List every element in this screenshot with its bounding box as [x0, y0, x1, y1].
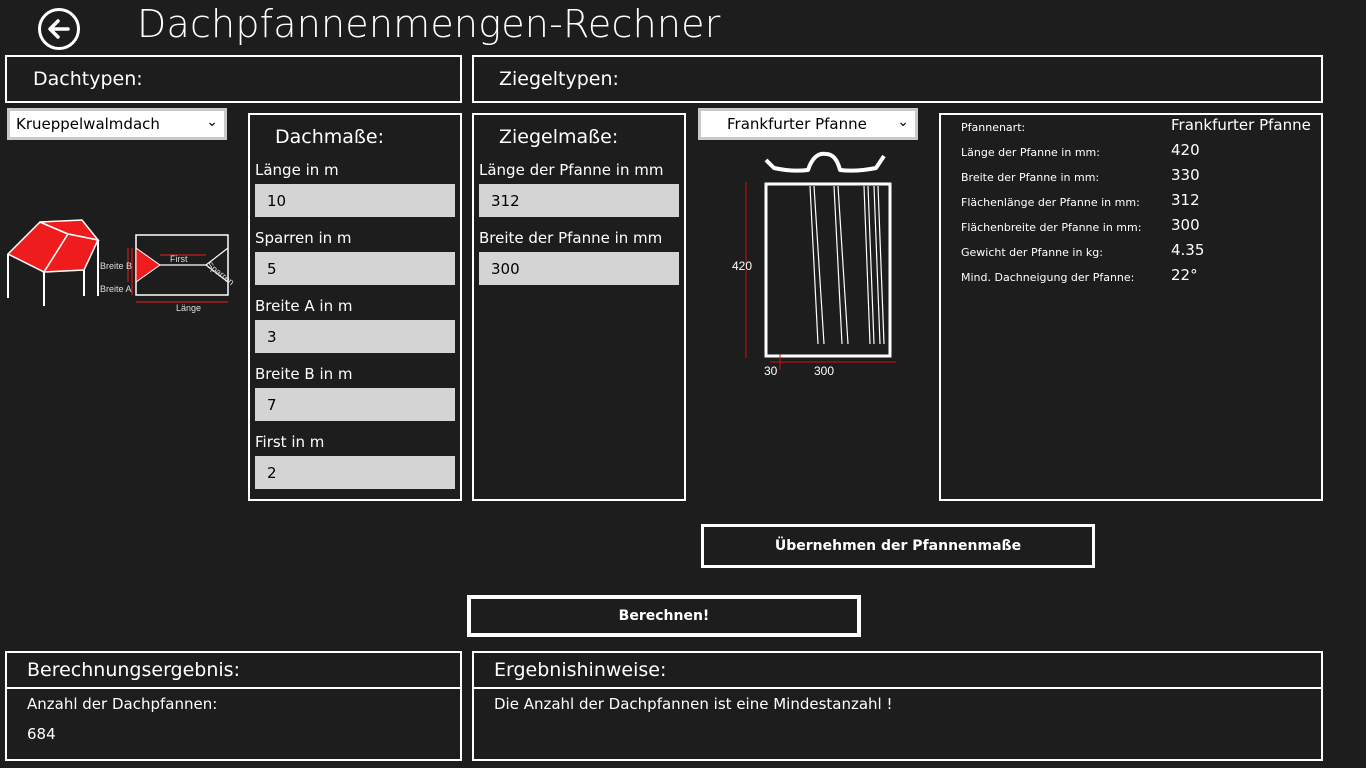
dachmasse-header: Dachmaße: — [275, 126, 384, 148]
anzahl-label: Anzahl der Dachpfannen: — [27, 695, 218, 713]
chevron-down-icon: ⌄ — [897, 114, 909, 130]
info-dachneigung-value: 22° — [1171, 266, 1198, 284]
dachtyp-select-value: Krueppelwalmdach — [16, 115, 160, 133]
laenge-label: Länge in m — [255, 161, 339, 179]
tile-width-label: 300 — [814, 364, 834, 378]
roof-diagram: Breite B Breite A First Sparren Länge — [6, 219, 236, 313]
tile-diagram: 420 30 300 — [732, 151, 896, 378]
diagram-breite-b-label: Breite B — [100, 261, 132, 271]
info-breite-value: 330 — [1171, 166, 1200, 184]
arrow-left-icon — [48, 19, 70, 39]
dachtypen-header: Dachtypen: — [33, 68, 143, 90]
breite-b-input[interactable]: 7 — [255, 388, 455, 421]
chevron-down-icon: ⌄ — [206, 114, 218, 130]
info-flaechenlaenge-label: Flächenlänge der Pfanne in mm: — [961, 196, 1140, 209]
info-breite-label: Breite der Pfanne in mm: — [961, 171, 1100, 184]
info-pfannenart-label: Pfannenart: — [961, 121, 1026, 134]
breite-a-input[interactable]: 3 — [255, 320, 455, 353]
hinweise-text: Die Anzahl der Dachpfannen ist eine Mind… — [494, 695, 893, 713]
dachtyp-select[interactable]: Krueppelwalmdach ⌄ — [7, 108, 227, 140]
diagram-laenge-label: Länge — [176, 303, 201, 313]
dachmasse-panel: Dachmaße: Länge in m 10 Sparren in m 5 B… — [248, 113, 462, 501]
sparren-input[interactable]: 5 — [255, 252, 455, 285]
sparren-label: Sparren in m — [255, 229, 352, 247]
hinweise-panel: Die Anzahl der Dachpfannen ist eine Mind… — [472, 687, 1323, 761]
ziegelmasse-header: Ziegelmaße: — [499, 126, 619, 148]
ergebnis-header-box: Berechnungsergebnis: — [5, 651, 462, 689]
tile-overlap-label: 30 — [764, 364, 778, 378]
hinweise-header-box: Ergebnishinweise: — [472, 651, 1323, 689]
info-laenge-label: Länge der Pfanne in mm: — [961, 146, 1100, 159]
info-pfannenart-value: Frankfurter Pfanne — [1171, 116, 1311, 134]
pfanne-laenge-input[interactable]: 312 — [479, 184, 679, 217]
first-label: First in m — [255, 433, 325, 451]
diagram-first-label: First — [170, 254, 188, 264]
ziegeltypen-header: Ziegeltypen: — [499, 68, 619, 90]
pfanne-laenge-label: Länge der Pfanne in mm — [479, 161, 664, 179]
tile-height-label: 420 — [732, 259, 752, 273]
laenge-input[interactable]: 10 — [255, 184, 455, 217]
pfanne-breite-label: Breite der Pfanne in mm — [479, 229, 663, 247]
ziegelmasse-panel: Ziegelmaße: Länge der Pfanne in mm 312 B… — [472, 113, 686, 501]
info-flaechenbreite-label: Flächenbreite der Pfanne in mm: — [961, 221, 1142, 234]
info-flaechenlaenge-value: 312 — [1171, 191, 1200, 209]
info-laenge-value: 420 — [1171, 141, 1200, 159]
info-gewicht-value: 4.35 — [1171, 241, 1205, 259]
back-button[interactable] — [38, 8, 80, 50]
ziegeltyp-select-value: Frankfurter Pfanne — [727, 115, 867, 133]
hinweise-header: Ergebnishinweise: — [494, 659, 667, 681]
dachtypen-header-box: Dachtypen: — [5, 55, 462, 103]
page-title: Dachpfannenmengen-Rechner — [137, 2, 721, 46]
ergebnis-header: Berechnungsergebnis: — [27, 659, 240, 681]
pfanne-breite-input[interactable]: 300 — [479, 252, 679, 285]
ergebnis-panel: Anzahl der Dachpfannen: 684 — [5, 687, 462, 761]
ziegeltypen-header-box: Ziegeltypen: — [472, 55, 1323, 103]
info-gewicht-label: Gewicht der Pfanne in kg: — [961, 246, 1103, 259]
anzahl-value: 684 — [27, 725, 56, 743]
breite-b-label: Breite B in m — [255, 365, 353, 383]
uebernehmen-button[interactable]: Übernehmen der Pfannenmaße — [701, 524, 1095, 568]
first-input[interactable]: 2 — [255, 456, 455, 489]
info-dachneigung-label: Mind. Dachneigung der Pfanne: — [961, 271, 1135, 284]
pfannen-info-panel: Pfannenart: Frankfurter Pfanne Länge der… — [939, 113, 1323, 501]
diagram-breite-a-label: Breite A — [100, 284, 132, 294]
info-flaechenbreite-value: 300 — [1171, 216, 1200, 234]
diagram-sparren-label: Sparren — [205, 260, 236, 288]
berechnen-button[interactable]: Berechnen! — [467, 595, 861, 637]
breite-a-label: Breite A in m — [255, 297, 353, 315]
ziegeltyp-select[interactable]: Frankfurter Pfanne ⌄ — [698, 108, 918, 140]
